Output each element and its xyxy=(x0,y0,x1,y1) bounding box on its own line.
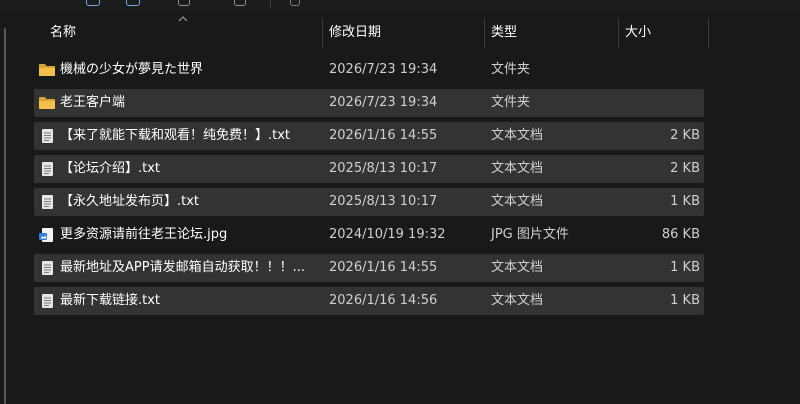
navigation-pane-scrollbar[interactable] xyxy=(4,28,6,404)
column-date-modified[interactable]: 修改日期 xyxy=(323,18,483,48)
column-divider[interactable] xyxy=(708,18,709,48)
file-name: 更多资源请前往老王论坛.jpg xyxy=(60,227,228,242)
column-name[interactable]: 名称 xyxy=(44,18,322,48)
file-type: 文件夹 xyxy=(491,95,531,110)
folder-icon xyxy=(38,62,56,78)
file-type: 文本文档 xyxy=(491,293,544,308)
file-date: 2026/1/16 14:55 xyxy=(329,128,438,143)
new-item-icon[interactable] xyxy=(86,0,100,6)
file-name: 【永久地址发布页】.txt xyxy=(60,194,200,209)
file-size: 86 KB xyxy=(661,227,700,242)
text-file-icon xyxy=(38,293,56,309)
text-file-icon xyxy=(38,128,56,144)
column-type[interactable]: 类型 xyxy=(485,18,617,48)
file-type: 文本文档 xyxy=(491,161,544,176)
file-row[interactable]: 【永久地址发布页】.txt 2025/8/13 10:17 文本文档 1 KB xyxy=(34,188,704,216)
file-type: 文件夹 xyxy=(491,62,531,77)
more-options-icon[interactable] xyxy=(290,0,300,6)
file-date: 2025/8/13 10:17 xyxy=(329,161,438,176)
file-name: 最新地址及APP请发邮箱自动获取！！！... xyxy=(60,260,305,275)
paste-icon[interactable] xyxy=(178,0,190,6)
toolbar-separator xyxy=(270,0,271,9)
file-name: 老王客户端 xyxy=(60,95,126,110)
file-name: 【论坛介绍】.txt xyxy=(60,161,161,176)
file-date: 2026/1/16 14:55 xyxy=(329,260,438,275)
file-date: 2024/10/19 19:32 xyxy=(329,227,446,242)
file-type: 文本文档 xyxy=(491,128,544,143)
image-file-icon xyxy=(38,227,56,243)
file-row[interactable]: 【来了就能下载和观看！纯免费！】.txt 2026/1/16 14:55 文本文… xyxy=(34,122,704,150)
file-size: 1 KB xyxy=(670,293,700,308)
file-explorer-window: 名称 修改日期 类型 大小 機械の少女が夢見た世界 2026/7/23 19:3… xyxy=(0,0,800,404)
file-size: 2 KB xyxy=(670,128,700,143)
file-row[interactable]: 機械の少女が夢見た世界 2026/7/23 19:34 文件夹 xyxy=(34,56,704,84)
toolbar xyxy=(0,0,800,12)
file-date: 2026/7/23 19:34 xyxy=(329,62,438,77)
file-size: 1 KB xyxy=(670,260,700,275)
file-row[interactable]: 最新下载链接.txt 2026/1/16 14:56 文本文档 1 KB xyxy=(34,287,704,315)
text-file-icon xyxy=(38,260,56,276)
folder-icon xyxy=(38,95,56,111)
file-name: 機械の少女が夢見た世界 xyxy=(60,62,204,77)
file-row[interactable]: 【论坛介绍】.txt 2025/8/13 10:17 文本文档 2 KB xyxy=(34,155,704,183)
file-size: 2 KB xyxy=(670,161,700,176)
delete-icon[interactable] xyxy=(234,0,246,6)
file-date: 2025/8/13 10:17 xyxy=(329,194,438,209)
file-row[interactable]: 更多资源请前往老王论坛.jpg 2024/10/19 19:32 JPG 图片文… xyxy=(34,221,704,249)
file-row[interactable]: 老王客户端 2026/7/23 19:34 文件夹 xyxy=(34,89,704,117)
file-name: 【来了就能下载和观看！纯免费！】.txt xyxy=(60,128,291,143)
file-type: JPG 图片文件 xyxy=(491,227,569,242)
text-file-icon xyxy=(38,194,56,210)
file-name: 最新下载链接.txt xyxy=(60,293,161,308)
text-file-icon xyxy=(38,161,56,177)
copy-icon[interactable] xyxy=(126,0,140,6)
file-date: 2026/7/23 19:34 xyxy=(329,95,438,110)
column-size[interactable]: 大小 xyxy=(619,18,707,48)
file-type: 文本文档 xyxy=(491,194,544,209)
file-row[interactable]: 最新地址及APP请发邮箱自动获取！！！... 2026/1/16 14:55 文… xyxy=(34,254,704,282)
file-type: 文本文档 xyxy=(491,260,544,275)
column-header: 名称 修改日期 类型 大小 xyxy=(0,16,800,48)
file-date: 2026/1/16 14:56 xyxy=(329,293,438,308)
file-size: 1 KB xyxy=(670,194,700,209)
